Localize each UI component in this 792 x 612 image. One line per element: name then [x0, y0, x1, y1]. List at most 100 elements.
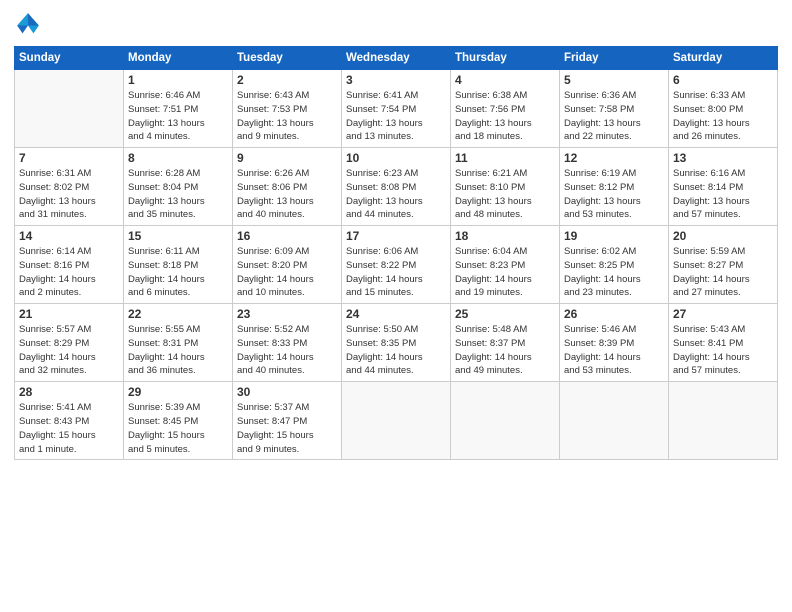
header-thursday: Thursday	[451, 47, 560, 70]
day-number: 24	[346, 307, 446, 321]
calendar-cell	[15, 70, 124, 148]
header-saturday: Saturday	[669, 47, 778, 70]
day-number: 17	[346, 229, 446, 243]
logo	[14, 10, 46, 38]
calendar-cell: 23Sunrise: 5:52 AM Sunset: 8:33 PM Dayli…	[233, 304, 342, 382]
day-number: 11	[455, 151, 555, 165]
calendar-cell: 30 Sunrise: 5:37 AM Sunset: 8:47 PM Dayli…	[233, 382, 342, 460]
day-number: 22	[128, 307, 228, 321]
calendar-cell: 6 Sunrise: 6:33 AM Sunset: 8:00 PM Daylig…	[669, 70, 778, 148]
day-number: 9	[237, 151, 337, 165]
calendar-cell: 18 Sunrise: 6:04 AM Sunset: 8:23 PM Dayli…	[451, 226, 560, 304]
calendar-cell: 5Sunrise: 6:36 AM Sunset: 7:58 PM Daylig…	[560, 70, 669, 148]
day-number: 12	[564, 151, 664, 165]
calendar-cell: 28 Sunrise: 5:41 AM Sunset: 8:43 PM Dayli…	[15, 382, 124, 460]
day-number: 3	[346, 73, 446, 87]
calendar-cell: 29 Sunrise: 5:39 AM Sunset: 8:45 PM Dayli…	[124, 382, 233, 460]
calendar-cell: 16 Sunrise: 6:09 AM Sunset: 8:20 PM Dayli…	[233, 226, 342, 304]
day-detail: Sunrise: 5:57 AM Sunset: 8:29 PM Dayligh…	[19, 323, 119, 378]
day-detail: Sunrise: 5:37 AM Sunset: 8:47 PM Dayligh…	[237, 401, 337, 456]
day-detail: Sunrise: 5:39 AM Sunset: 8:45 PM Dayligh…	[128, 401, 228, 456]
header-row: SundayMondayTuesdayWednesdayThursdayFrid…	[15, 47, 778, 70]
day-detail: Sunrise: 6:23 AM Sunset: 8:08 PM Dayligh…	[346, 167, 446, 222]
day-number: 4	[455, 73, 555, 87]
day-detail: Sunrise: 5:46 AM Sunset: 8:39 PM Dayligh…	[564, 323, 664, 378]
calendar-cell	[669, 382, 778, 460]
calendar-cell: 9 Sunrise: 6:26 AM Sunset: 8:06 PM Daylig…	[233, 148, 342, 226]
day-number: 27	[673, 307, 773, 321]
day-detail: Sunrise: 6:14 AM Sunset: 8:16 PM Dayligh…	[19, 245, 119, 300]
calendar-cell: 12 Sunrise: 6:19 AM Sunset: 8:12 PM Dayli…	[560, 148, 669, 226]
week-row-1: 1 Sunrise: 6:46 AM Sunset: 7:51 PM Daylig…	[15, 70, 778, 148]
day-detail: Sunrise: 6:28 AM Sunset: 8:04 PM Dayligh…	[128, 167, 228, 222]
day-number: 26	[564, 307, 664, 321]
day-detail: Sunrise: 6:19 AM Sunset: 8:12 PM Dayligh…	[564, 167, 664, 222]
day-number: 25	[455, 307, 555, 321]
week-row-4: 21 Sunrise: 5:57 AM Sunset: 8:29 PM Dayli…	[15, 304, 778, 382]
day-detail: Sunrise: 6:43 AM Sunset: 7:53 PM Dayligh…	[237, 89, 337, 144]
day-detail: Sunrise: 5:43 AM Sunset: 8:41 PM Dayligh…	[673, 323, 773, 378]
day-detail: Sunrise: 5:50 AM Sunset: 8:35 PM Dayligh…	[346, 323, 446, 378]
day-number: 2	[237, 73, 337, 87]
calendar-cell: 15 Sunrise: 6:11 AM Sunset: 8:18 PM Dayli…	[124, 226, 233, 304]
day-number: 15	[128, 229, 228, 243]
day-detail: Sunrise: 6:41 AM Sunset: 7:54 PM Dayligh…	[346, 89, 446, 144]
day-number: 7	[19, 151, 119, 165]
calendar-cell: 21 Sunrise: 5:57 AM Sunset: 8:29 PM Dayli…	[15, 304, 124, 382]
header-sunday: Sunday	[15, 47, 124, 70]
day-number: 6	[673, 73, 773, 87]
calendar-cell: 25 Sunrise: 5:48 AM Sunset: 8:37 PM Dayli…	[451, 304, 560, 382]
day-number: 18	[455, 229, 555, 243]
day-number: 28	[19, 385, 119, 399]
day-detail: Sunrise: 6:33 AM Sunset: 8:00 PM Dayligh…	[673, 89, 773, 144]
day-number: 19	[564, 229, 664, 243]
day-number: 30	[237, 385, 337, 399]
day-number: 21	[19, 307, 119, 321]
calendar-cell: 11 Sunrise: 6:21 AM Sunset: 8:10 PM Dayli…	[451, 148, 560, 226]
day-number: 29	[128, 385, 228, 399]
day-number: 8	[128, 151, 228, 165]
day-detail: Sunrise: 6:46 AM Sunset: 7:51 PM Dayligh…	[128, 89, 228, 144]
week-row-5: 28 Sunrise: 5:41 AM Sunset: 8:43 PM Dayli…	[15, 382, 778, 460]
header-tuesday: Tuesday	[233, 47, 342, 70]
day-number: 23	[237, 307, 337, 321]
calendar-cell	[560, 382, 669, 460]
day-detail: Sunrise: 6:11 AM Sunset: 8:18 PM Dayligh…	[128, 245, 228, 300]
calendar-cell: 17 Sunrise: 6:06 AM Sunset: 8:22 PM Dayli…	[342, 226, 451, 304]
day-detail: Sunrise: 6:02 AM Sunset: 8:25 PM Dayligh…	[564, 245, 664, 300]
day-detail: Sunrise: 5:59 AM Sunset: 8:27 PM Dayligh…	[673, 245, 773, 300]
day-detail: Sunrise: 6:04 AM Sunset: 8:23 PM Dayligh…	[455, 245, 555, 300]
day-detail: Sunrise: 5:48 AM Sunset: 8:37 PM Dayligh…	[455, 323, 555, 378]
calendar-table: SundayMondayTuesdayWednesdayThursdayFrid…	[14, 46, 778, 460]
day-detail: Sunrise: 6:36 AM Sunset: 7:58 PM Dayligh…	[564, 89, 664, 144]
day-number: 13	[673, 151, 773, 165]
header-monday: Monday	[124, 47, 233, 70]
calendar-cell: 24 Sunrise: 5:50 AM Sunset: 8:35 PM Dayli…	[342, 304, 451, 382]
calendar-cell: 4 Sunrise: 6:38 AM Sunset: 7:56 PM Daylig…	[451, 70, 560, 148]
day-detail: Sunrise: 5:55 AM Sunset: 8:31 PM Dayligh…	[128, 323, 228, 378]
day-detail: Sunrise: 6:38 AM Sunset: 7:56 PM Dayligh…	[455, 89, 555, 144]
calendar-cell: 8 Sunrise: 6:28 AM Sunset: 8:04 PM Daylig…	[124, 148, 233, 226]
calendar-cell: 19 Sunrise: 6:02 AM Sunset: 8:25 PM Dayli…	[560, 226, 669, 304]
day-detail: Sunrise: 6:26 AM Sunset: 8:06 PM Dayligh…	[237, 167, 337, 222]
day-number: 14	[19, 229, 119, 243]
day-number: 1	[128, 73, 228, 87]
header	[14, 10, 778, 38]
calendar-cell: 7Sunrise: 6:31 AM Sunset: 8:02 PM Daylig…	[15, 148, 124, 226]
calendar-cell: 27 Sunrise: 5:43 AM Sunset: 8:41 PM Dayli…	[669, 304, 778, 382]
week-row-2: 7Sunrise: 6:31 AM Sunset: 8:02 PM Daylig…	[15, 148, 778, 226]
day-detail: Sunrise: 6:09 AM Sunset: 8:20 PM Dayligh…	[237, 245, 337, 300]
calendar-cell: 20Sunrise: 5:59 AM Sunset: 8:27 PM Dayli…	[669, 226, 778, 304]
day-number: 16	[237, 229, 337, 243]
calendar-cell: 1 Sunrise: 6:46 AM Sunset: 7:51 PM Daylig…	[124, 70, 233, 148]
calendar-cell: 2 Sunrise: 6:43 AM Sunset: 7:53 PM Daylig…	[233, 70, 342, 148]
header-wednesday: Wednesday	[342, 47, 451, 70]
day-detail: Sunrise: 6:06 AM Sunset: 8:22 PM Dayligh…	[346, 245, 446, 300]
calendar-cell: 22 Sunrise: 5:55 AM Sunset: 8:31 PM Dayli…	[124, 304, 233, 382]
calendar-cell: 3 Sunrise: 6:41 AM Sunset: 7:54 PM Daylig…	[342, 70, 451, 148]
week-row-3: 14 Sunrise: 6:14 AM Sunset: 8:16 PM Dayli…	[15, 226, 778, 304]
day-detail: Sunrise: 5:41 AM Sunset: 8:43 PM Dayligh…	[19, 401, 119, 456]
calendar-cell	[451, 382, 560, 460]
day-detail: Sunrise: 6:21 AM Sunset: 8:10 PM Dayligh…	[455, 167, 555, 222]
header-friday: Friday	[560, 47, 669, 70]
